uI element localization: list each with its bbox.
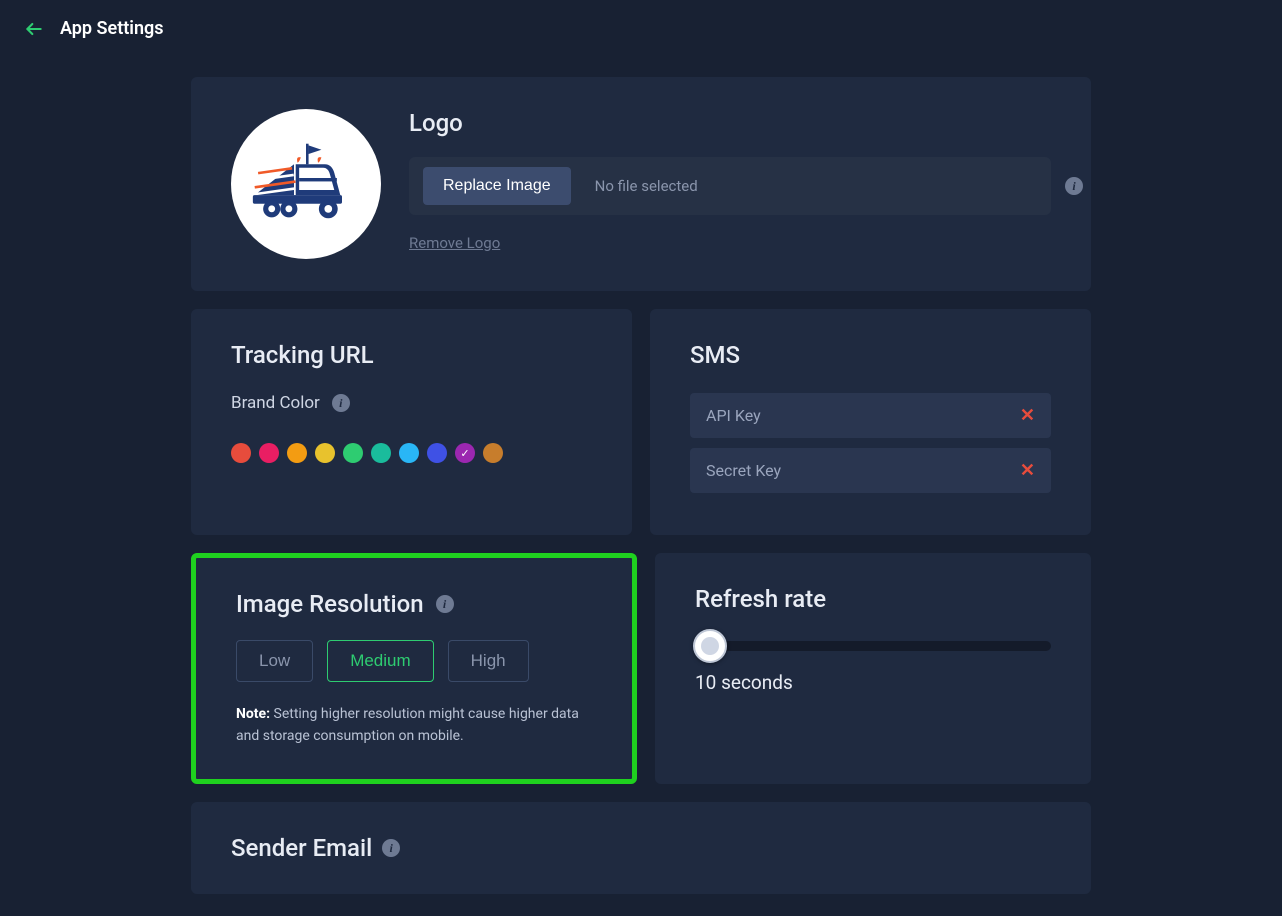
color-swatch[interactable] (259, 443, 279, 463)
color-swatch[interactable] (231, 443, 251, 463)
info-icon[interactable]: i (332, 394, 350, 412)
sms-credential-label: Secret Key (706, 461, 781, 480)
resolution-options: Low Medium High (236, 640, 592, 682)
sender-email-card: Sender Email i (191, 802, 1091, 894)
check-icon: ✓ (460, 447, 469, 460)
logo-section-title: Logo (409, 109, 1051, 137)
replace-image-button[interactable]: Replace Image (423, 167, 571, 205)
refresh-rate-title: Refresh rate (695, 585, 1051, 613)
file-status-label: No file selected (595, 177, 1037, 195)
sender-email-title: Sender Email (231, 834, 372, 862)
page-title: App Settings (60, 18, 164, 39)
resolution-option[interactable]: Medium (327, 640, 433, 682)
refresh-slider[interactable] (695, 641, 1051, 651)
resolution-note-body: Setting higher resolution might cause hi… (236, 706, 579, 744)
info-icon[interactable]: i (382, 839, 400, 857)
sms-credential-row[interactable]: Secret Key ✕ (690, 448, 1051, 493)
color-swatch[interactable] (483, 443, 503, 463)
info-icon[interactable]: i (436, 595, 454, 613)
resolution-note: Note: Setting higher resolution might ca… (236, 704, 592, 747)
image-resolution-title: Image Resolution (236, 590, 424, 618)
info-icon[interactable]: i (1065, 177, 1083, 195)
sms-credential-row[interactable]: API Key ✕ (690, 393, 1051, 438)
resolution-note-prefix: Note: (236, 706, 270, 722)
brand-color-label: Brand Color i (231, 393, 592, 413)
refresh-value-label: 10 seconds (695, 671, 1051, 694)
color-swatch[interactable] (315, 443, 335, 463)
sms-card: SMS API Key ✕ Secret Key ✕ (650, 309, 1091, 535)
color-swatch[interactable] (427, 443, 447, 463)
resolution-option[interactable]: High (448, 640, 529, 682)
back-arrow-icon[interactable] (24, 19, 44, 39)
color-swatch[interactable] (287, 443, 307, 463)
truck-icon (246, 134, 366, 234)
tracking-url-card: Tracking URL Brand Color i ✓ (191, 309, 632, 535)
brand-color-swatches: ✓ (231, 443, 592, 463)
color-swatch[interactable] (343, 443, 363, 463)
sms-title: SMS (690, 341, 1051, 369)
logo-card: Logo Replace Image No file selected i Re… (191, 77, 1091, 291)
color-swatch[interactable] (399, 443, 419, 463)
remove-logo-link[interactable]: Remove Logo (409, 234, 500, 252)
resolution-option[interactable]: Low (236, 640, 313, 682)
refresh-slider-thumb[interactable] (693, 629, 727, 663)
color-swatch[interactable] (371, 443, 391, 463)
page-header: App Settings (0, 0, 1282, 57)
refresh-rate-card: Refresh rate 10 seconds (655, 553, 1091, 784)
clear-icon[interactable]: ✕ (1020, 460, 1035, 481)
image-resolution-card: Image Resolution i Low Medium High Note: S… (191, 553, 637, 784)
sms-credential-label: API Key (706, 406, 761, 425)
brand-color-text: Brand Color (231, 393, 320, 413)
clear-icon[interactable]: ✕ (1020, 405, 1035, 426)
color-swatch[interactable]: ✓ (455, 443, 475, 463)
logo-file-picker: Replace Image No file selected i (409, 157, 1051, 215)
tracking-url-title: Tracking URL (231, 341, 592, 369)
logo-preview (231, 109, 381, 259)
